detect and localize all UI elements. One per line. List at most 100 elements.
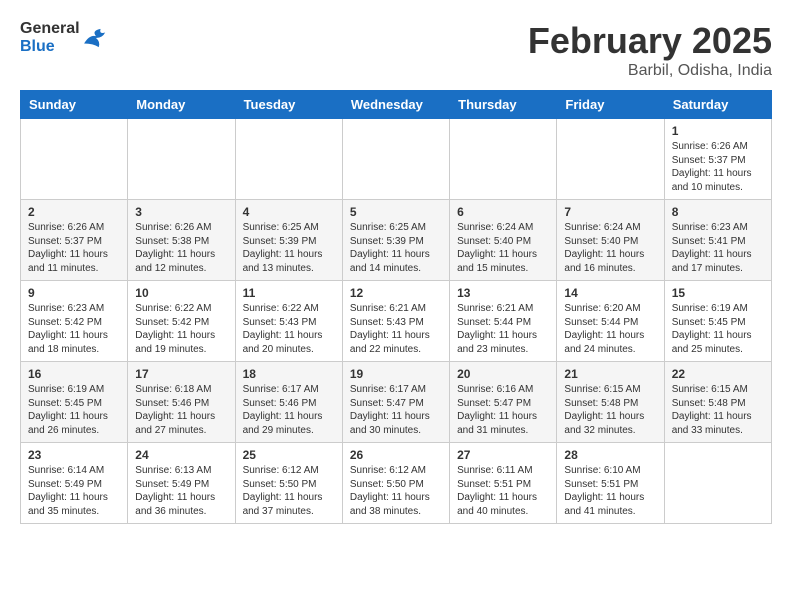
day-number: 20 [457, 367, 549, 381]
calendar-cell: 22 Sunrise: 6:15 AM Sunset: 5:48 PM Dayli… [664, 362, 771, 443]
day-info: Sunrise: 6:25 AM Sunset: 5:39 PM Dayligh… [243, 221, 335, 275]
calendar-cell: 15 Sunrise: 6:19 AM Sunset: 5:45 PM Dayli… [664, 281, 771, 362]
day-number: 22 [672, 367, 764, 381]
day-info: Sunrise: 6:26 AM Sunset: 5:38 PM Dayligh… [135, 221, 227, 275]
day-number: 1 [672, 124, 764, 138]
day-number: 21 [564, 367, 656, 381]
day-info: Sunrise: 6:22 AM Sunset: 5:42 PM Dayligh… [135, 302, 227, 356]
calendar-cell [342, 119, 449, 200]
day-number: 19 [350, 367, 442, 381]
day-number: 3 [135, 205, 227, 219]
calendar-week-row: 1 Sunrise: 6:26 AM Sunset: 5:37 PM Daylig… [21, 119, 772, 200]
day-number: 5 [350, 205, 442, 219]
day-number: 18 [243, 367, 335, 381]
calendar-cell: 9 Sunrise: 6:23 AM Sunset: 5:42 PM Daylig… [21, 281, 128, 362]
day-info: Sunrise: 6:19 AM Sunset: 5:45 PM Dayligh… [672, 302, 764, 356]
day-info: Sunrise: 6:10 AM Sunset: 5:51 PM Dayligh… [564, 464, 656, 518]
calendar-cell [21, 119, 128, 200]
day-number: 4 [243, 205, 335, 219]
logo-bird-icon [82, 27, 110, 49]
calendar-cell: 18 Sunrise: 6:17 AM Sunset: 5:46 PM Dayli… [235, 362, 342, 443]
day-info: Sunrise: 6:12 AM Sunset: 5:50 PM Dayligh… [350, 464, 442, 518]
day-info: Sunrise: 6:22 AM Sunset: 5:43 PM Dayligh… [243, 302, 335, 356]
day-info: Sunrise: 6:19 AM Sunset: 5:45 PM Dayligh… [28, 383, 120, 437]
day-info: Sunrise: 6:24 AM Sunset: 5:40 PM Dayligh… [564, 221, 656, 275]
calendar-cell: 27 Sunrise: 6:11 AM Sunset: 5:51 PM Dayli… [450, 443, 557, 524]
month-title: February 2025 [528, 20, 772, 62]
day-number: 16 [28, 367, 120, 381]
day-info: Sunrise: 6:25 AM Sunset: 5:39 PM Dayligh… [350, 221, 442, 275]
calendar-cell: 20Sunrise: 6:16 AM Sunset: 5:47 PM Dayli… [450, 362, 557, 443]
day-number: 8 [672, 205, 764, 219]
day-of-week-header: Tuesday [235, 91, 342, 119]
day-number: 9 [28, 286, 120, 300]
calendar-cell: 12 Sunrise: 6:21 AM Sunset: 5:43 PM Dayli… [342, 281, 449, 362]
day-of-week-header: Friday [557, 91, 664, 119]
logo-general: General [20, 20, 80, 38]
day-number: 15 [672, 286, 764, 300]
day-number: 26 [350, 448, 442, 462]
calendar-cell: 11 Sunrise: 6:22 AM Sunset: 5:43 PM Dayli… [235, 281, 342, 362]
day-number: 14 [564, 286, 656, 300]
calendar-cell: 16 Sunrise: 6:19 AM Sunset: 5:45 PM Dayli… [21, 362, 128, 443]
calendar-week-row: 23 Sunrise: 6:14 AM Sunset: 5:49 PM Dayli… [21, 443, 772, 524]
day-number: 24 [135, 448, 227, 462]
day-info: Sunrise: 6:18 AM Sunset: 5:46 PM Dayligh… [135, 383, 227, 437]
calendar-cell: 25Sunrise: 6:12 AM Sunset: 5:50 PM Dayli… [235, 443, 342, 524]
day-of-week-header: Wednesday [342, 91, 449, 119]
calendar-cell [450, 119, 557, 200]
day-info: Sunrise: 6:23 AM Sunset: 5:41 PM Dayligh… [672, 221, 764, 275]
day-info: Sunrise: 6:15 AM Sunset: 5:48 PM Dayligh… [672, 383, 764, 437]
calendar-week-row: 9 Sunrise: 6:23 AM Sunset: 5:42 PM Daylig… [21, 281, 772, 362]
title-area: February 2025 Barbil, Odisha, India [528, 20, 772, 80]
day-number: 2 [28, 205, 120, 219]
day-number: 11 [243, 286, 335, 300]
calendar-week-row: 16 Sunrise: 6:19 AM Sunset: 5:45 PM Dayli… [21, 362, 772, 443]
day-info: Sunrise: 6:12 AM Sunset: 5:50 PM Dayligh… [243, 464, 335, 518]
calendar-cell: 4 Sunrise: 6:25 AM Sunset: 5:39 PM Daylig… [235, 200, 342, 281]
calendar-cell: 6 Sunrise: 6:24 AM Sunset: 5:40 PM Daylig… [450, 200, 557, 281]
day-number: 12 [350, 286, 442, 300]
calendar-cell [128, 119, 235, 200]
calendar-cell: 17 Sunrise: 6:18 AM Sunset: 5:46 PM Dayli… [128, 362, 235, 443]
calendar-cell: 14 Sunrise: 6:20 AM Sunset: 5:44 PM Dayli… [557, 281, 664, 362]
day-info: Sunrise: 6:26 AM Sunset: 5:37 PM Dayligh… [672, 140, 764, 194]
day-info: Sunrise: 6:20 AM Sunset: 5:44 PM Dayligh… [564, 302, 656, 356]
calendar-cell: 3 Sunrise: 6:26 AM Sunset: 5:38 PM Daylig… [128, 200, 235, 281]
day-info: Sunrise: 6:24 AM Sunset: 5:40 PM Dayligh… [457, 221, 549, 275]
day-info: Sunrise: 6:11 AM Sunset: 5:51 PM Dayligh… [457, 464, 549, 518]
day-info: Sunrise: 6:15 AM Sunset: 5:48 PM Dayligh… [564, 383, 656, 437]
day-of-week-header: Thursday [450, 91, 557, 119]
day-number: 27 [457, 448, 549, 462]
day-number: 23 [28, 448, 120, 462]
calendar-cell: 26 Sunrise: 6:12 AM Sunset: 5:50 PM Dayli… [342, 443, 449, 524]
day-info: Sunrise: 6:21 AM Sunset: 5:43 PM Dayligh… [350, 302, 442, 356]
calendar-cell: 23 Sunrise: 6:14 AM Sunset: 5:49 PM Dayli… [21, 443, 128, 524]
calendar-cell: 8 Sunrise: 6:23 AM Sunset: 5:41 PM Daylig… [664, 200, 771, 281]
calendar-cell [664, 443, 771, 524]
calendar-cell: 21 Sunrise: 6:15 AM Sunset: 5:48 PM Dayli… [557, 362, 664, 443]
day-info: Sunrise: 6:17 AM Sunset: 5:46 PM Dayligh… [243, 383, 335, 437]
day-info: Sunrise: 6:23 AM Sunset: 5:42 PM Dayligh… [28, 302, 120, 356]
day-info: Sunrise: 6:14 AM Sunset: 5:49 PM Dayligh… [28, 464, 120, 518]
day-number: 13 [457, 286, 549, 300]
logo-blue: Blue [20, 38, 80, 56]
day-number: 17 [135, 367, 227, 381]
calendar-cell: 2Sunrise: 6:26 AM Sunset: 5:37 PM Daylig… [21, 200, 128, 281]
logo: General Blue [20, 20, 110, 55]
day-of-week-header: Saturday [664, 91, 771, 119]
calendar-cell: 7 Sunrise: 6:24 AM Sunset: 5:40 PM Daylig… [557, 200, 664, 281]
location: Barbil, Odisha, India [528, 62, 772, 80]
day-of-week-header: Sunday [21, 91, 128, 119]
calendar-cell: 24Sunrise: 6:13 AM Sunset: 5:49 PM Dayli… [128, 443, 235, 524]
calendar-cell: 28 Sunrise: 6:10 AM Sunset: 5:51 PM Dayli… [557, 443, 664, 524]
day-number: 28 [564, 448, 656, 462]
day-of-week-header: Monday [128, 91, 235, 119]
calendar-cell: 19 Sunrise: 6:17 AM Sunset: 5:47 PM Dayli… [342, 362, 449, 443]
calendar-cell: 13 Sunrise: 6:21 AM Sunset: 5:44 PM Dayli… [450, 281, 557, 362]
day-number: 7 [564, 205, 656, 219]
day-info: Sunrise: 6:17 AM Sunset: 5:47 PM Dayligh… [350, 383, 442, 437]
calendar-cell [235, 119, 342, 200]
day-info: Sunrise: 6:21 AM Sunset: 5:44 PM Dayligh… [457, 302, 549, 356]
day-number: 6 [457, 205, 549, 219]
